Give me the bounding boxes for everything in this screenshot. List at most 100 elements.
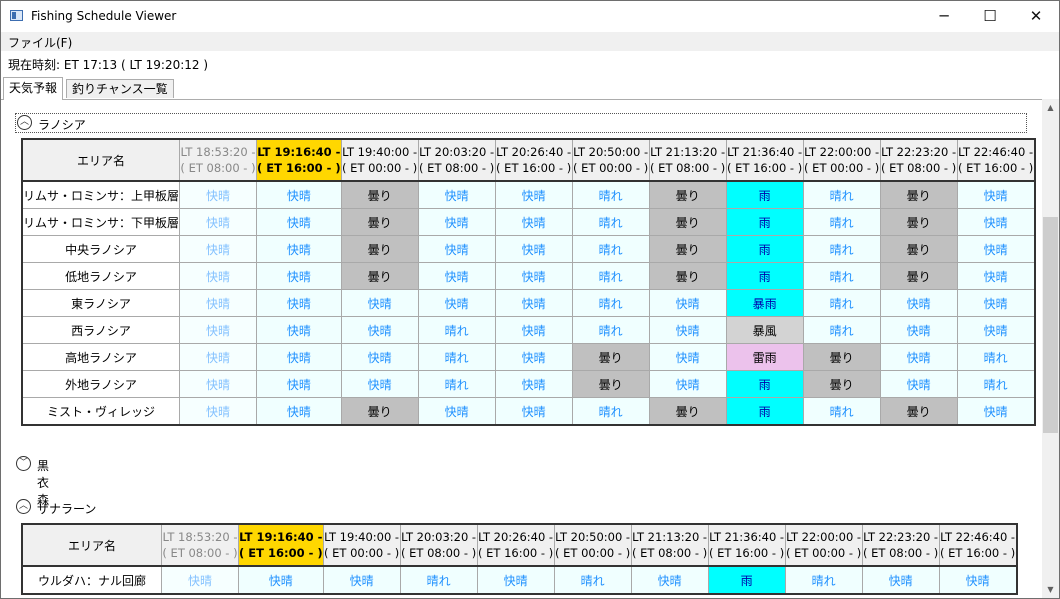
weather-cell[interactable]: 快晴	[256, 343, 342, 371]
weather-cell[interactable]: 雨	[725, 208, 804, 236]
weather-cell[interactable]: 快晴	[956, 208, 1036, 236]
weather-cell[interactable]: 快晴	[648, 343, 727, 371]
time-slot-header[interactable]: LT 22:00:00 - ( ET 00:00 - )	[784, 523, 863, 567]
weather-cell[interactable]: 快晴	[322, 565, 401, 595]
weather-cell[interactable]: 快晴	[956, 262, 1036, 290]
weather-cell[interactable]: 快晴	[179, 343, 258, 371]
time-slot-header[interactable]: LT 19:40:00 - ( ET 00:00 - )	[340, 138, 419, 182]
time-slot-header[interactable]: LT 21:13:20 - ( ET 08:00 - )	[648, 138, 727, 182]
time-slot-header[interactable]: LT 22:00:00 - ( ET 00:00 - )	[802, 138, 881, 182]
weather-cell[interactable]: 晴れ	[571, 208, 650, 236]
weather-cell[interactable]: 快晴	[340, 289, 419, 317]
weather-cell[interactable]: 快晴	[417, 262, 496, 290]
table-row[interactable]: 外地ラノシア 快晴 快晴 快晴 晴れ 快晴 曇り 快晴雨曇り 快晴 晴れ	[21, 370, 1036, 398]
weather-cell[interactable]: 快晴	[956, 180, 1036, 209]
area-name-cell[interactable]: ミスト・ヴィレッジ	[21, 397, 181, 426]
area-name-cell[interactable]: ウルダハ：ナル回廊	[21, 565, 162, 595]
weather-cell[interactable]: 快晴	[179, 397, 258, 426]
tab-fishing-chances[interactable]: 釣りチャンス一覧	[66, 79, 174, 98]
time-slot-header[interactable]: LT 22:23:20 - ( ET 08:00 - )	[879, 138, 958, 182]
weather-cell[interactable]: 晴れ	[571, 180, 650, 209]
weather-cell[interactable]: 晴れ	[802, 397, 881, 426]
weather-cell[interactable]: 曇り	[571, 370, 650, 398]
weather-cell[interactable]: 快晴	[938, 565, 1018, 595]
scroll-up-arrow-icon[interactable]: ▲	[1042, 99, 1059, 116]
area-name-cell[interactable]: 西ラノシア	[21, 316, 181, 344]
weather-cell[interactable]: 晴れ	[802, 289, 881, 317]
weather-cell[interactable]: 曇り	[340, 262, 419, 290]
weather-cell[interactable]: 曇り	[879, 235, 958, 263]
weather-cell[interactable]: 快晴	[879, 289, 958, 317]
weather-cell[interactable]: 快晴	[494, 370, 573, 398]
weather-cell[interactable]: 快晴	[879, 343, 958, 371]
time-slot-header[interactable]: LT 21:36:40 - ( ET 16:00 - )	[725, 138, 804, 182]
weather-cell[interactable]: 晴れ	[956, 343, 1036, 371]
title-bar[interactable]: Fishing Schedule Viewer ─ ☐ ✕	[1, 1, 1059, 32]
time-slot-header[interactable]: LT 18:53:20 - ( ET 08:00 - )	[161, 523, 239, 567]
time-slot-header[interactable]: LT 20:03:20 - ( ET 08:00 - )	[399, 523, 478, 567]
tab-weather-forecast[interactable]: 天気予報	[3, 77, 64, 100]
weather-cell[interactable]: 曇り	[802, 370, 881, 398]
weather-cell[interactable]: 晴れ	[399, 565, 478, 595]
table-row[interactable]: リムサ・ロミンサ：下甲板層 快晴 快晴 曇り 快晴 快晴 晴れ 曇り雨晴れ 曇り 快晴	[21, 208, 1036, 236]
time-slot-header[interactable]: LT 20:03:20 - ( ET 08:00 - )	[417, 138, 496, 182]
time-slot-header[interactable]: LT 20:50:00 - ( ET 00:00 - )	[553, 523, 632, 567]
weather-cell[interactable]: 雨	[725, 235, 804, 263]
table-row[interactable]: ウルダハ：ナル回廊 快晴 快晴 快晴 晴れ 快晴 晴れ 快晴雨晴れ 快晴 快晴	[21, 565, 1018, 595]
weather-cell[interactable]: 快晴	[494, 235, 573, 263]
time-slot-header[interactable]: LT 21:13:20 - ( ET 08:00 - )	[630, 523, 709, 567]
weather-cell[interactable]: 晴れ	[802, 235, 881, 263]
weather-cell[interactable]: 快晴	[879, 316, 958, 344]
weather-cell[interactable]: 快晴	[956, 397, 1036, 426]
weather-cell[interactable]: 快晴	[161, 565, 239, 595]
maximize-button[interactable]: ☐	[967, 1, 1013, 32]
weather-cell[interactable]: 快晴	[256, 397, 342, 426]
weather-cell[interactable]: 雨	[725, 370, 804, 398]
weather-cell[interactable]: 快晴	[256, 370, 342, 398]
region-expander-header[interactable]: ︿ ラノシア	[15, 113, 1027, 133]
weather-cell[interactable]: 曇り	[340, 235, 419, 263]
weather-cell[interactable]: 晴れ	[571, 262, 650, 290]
weather-cell[interactable]: 雨	[725, 262, 804, 290]
weather-cell[interactable]: 晴れ	[417, 343, 496, 371]
weather-cell[interactable]: 快晴	[417, 180, 496, 209]
area-name-cell[interactable]: 低地ラノシア	[21, 262, 181, 290]
weather-cell[interactable]: 快晴	[256, 289, 342, 317]
time-slot-header[interactable]: LT 20:50:00 - ( ET 00:00 - )	[571, 138, 650, 182]
weather-cell[interactable]: 曇り	[340, 180, 419, 209]
time-slot-header[interactable]: LT 22:46:40 - ( ET 16:00 - )	[938, 523, 1018, 567]
weather-cell[interactable]: 晴れ	[802, 316, 881, 344]
menu-file[interactable]: ファイル(F)	[8, 34, 72, 51]
weather-cell[interactable]: 曇り	[648, 235, 727, 263]
weather-cell[interactable]: 快晴	[879, 370, 958, 398]
weather-cell[interactable]: 快晴	[494, 289, 573, 317]
time-slot-header[interactable]: LT 19:40:00 - ( ET 00:00 - )	[322, 523, 401, 567]
weather-cell[interactable]: 晴れ	[417, 370, 496, 398]
weather-cell[interactable]: 晴れ	[571, 316, 650, 344]
weather-cell[interactable]: 快晴	[648, 316, 727, 344]
weather-cell[interactable]: 快晴	[340, 316, 419, 344]
weather-cell[interactable]: 雨	[707, 565, 786, 595]
area-column-header[interactable]: エリア名	[21, 138, 181, 182]
time-slot-header[interactable]: LT 19:16:40 - ( ET 16:00 - )	[256, 138, 342, 182]
weather-cell[interactable]: 曇り	[648, 208, 727, 236]
area-name-cell[interactable]: 東ラノシア	[21, 289, 181, 317]
weather-cell[interactable]: 快晴	[340, 343, 419, 371]
chevron-up-icon[interactable]: ︿	[16, 499, 31, 514]
table-row[interactable]: 高地ラノシア 快晴 快晴 快晴 晴れ 快晴 曇り 快晴 雷雨 曇り 快晴 晴れ	[21, 343, 1036, 371]
weather-cell[interactable]: 雷雨	[725, 343, 804, 371]
scroll-down-arrow-icon[interactable]: ▼	[1042, 581, 1059, 598]
weather-cell[interactable]: 快晴	[494, 316, 573, 344]
weather-cell[interactable]: 快晴	[256, 180, 342, 209]
weather-cell[interactable]: 晴れ	[802, 262, 881, 290]
weather-cell[interactable]: 快晴	[956, 316, 1036, 344]
weather-cell[interactable]: 快晴	[256, 208, 342, 236]
weather-cell[interactable]: 晴れ	[956, 370, 1036, 398]
weather-cell[interactable]: 雨	[725, 180, 804, 209]
weather-cell[interactable]: 快晴	[494, 262, 573, 290]
weather-cell[interactable]: 曇り	[648, 180, 727, 209]
weather-cell[interactable]: 快晴	[648, 289, 727, 317]
table-row[interactable]: 西ラノシア 快晴 快晴 快晴 晴れ 快晴 晴れ 快晴 暴風 晴れ 快晴 快晴	[21, 316, 1036, 344]
table-row[interactable]: リムサ・ロミンサ：上甲板層 快晴 快晴 曇り 快晴 快晴 晴れ 曇り雨晴れ 曇り 快晴	[21, 180, 1036, 209]
weather-cell[interactable]: 快晴	[340, 370, 419, 398]
